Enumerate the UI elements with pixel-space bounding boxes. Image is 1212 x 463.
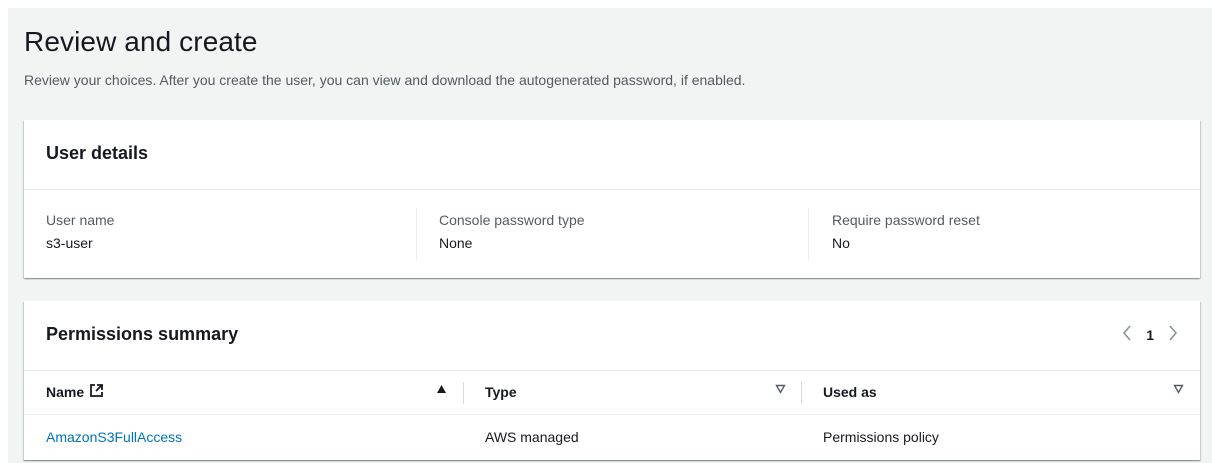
console-password-type-value: None (439, 235, 473, 251)
column-header-name-label: Name (46, 384, 85, 400)
chevron-left-icon[interactable] (1122, 325, 1132, 345)
policy-used-as-cell: Permissions policy (823, 429, 939, 445)
pagination: 1 (1122, 323, 1178, 347)
column-separator[interactable] (463, 382, 464, 404)
require-password-reset-value: No (832, 235, 850, 251)
table-header: Name Type Used as (24, 370, 1200, 415)
user-details-card: User details User name s3-user Console p… (24, 120, 1200, 278)
column-header-used-as-label: Used as (823, 384, 877, 400)
page-description: Review your choices. After you create th… (24, 72, 746, 88)
column-header-type[interactable]: Type (485, 370, 793, 414)
sort-descending-icon[interactable] (1173, 382, 1184, 397)
user-details-title: User details (46, 143, 149, 163)
user-name-value: s3-user (46, 235, 93, 251)
require-password-reset-field: Require password reset No (832, 210, 1192, 260)
require-password-reset-label: Require password reset (832, 212, 980, 228)
column-header-name[interactable]: Name (46, 370, 446, 414)
column-divider (416, 208, 417, 260)
user-name-field: User name s3-user (46, 210, 416, 260)
review-page: Review and create Review your choices. A… (8, 8, 1212, 463)
permissions-summary-title: Permissions summary (46, 324, 239, 344)
external-link-icon[interactable] (89, 383, 104, 401)
permissions-summary-header: Permissions summary 1 (24, 301, 1200, 371)
column-header-used-as[interactable]: Used as (823, 370, 1173, 414)
user-name-label: User name (46, 212, 115, 228)
console-password-type-label: Console password type (439, 212, 585, 228)
policy-name-link[interactable]: AmazonS3FullAccess (46, 429, 182, 445)
user-details-body: User name s3-user Console password type … (24, 190, 1200, 279)
column-divider (808, 208, 809, 260)
console-password-type-field: Console password type None (439, 210, 809, 260)
column-separator[interactable] (801, 382, 802, 404)
policy-name-cell: AmazonS3FullAccess (46, 415, 182, 459)
policy-type-cell: AWS managed (485, 429, 579, 445)
column-header-type-label: Type (485, 384, 517, 400)
chevron-right-icon[interactable] (1168, 325, 1178, 345)
sort-ascending-icon[interactable] (436, 383, 447, 397)
sort-descending-icon[interactable] (775, 382, 786, 397)
table-row: AmazonS3FullAccess AWS managed Permissio… (24, 415, 1200, 459)
user-details-header: User details (24, 120, 1200, 190)
page-title: Review and create (24, 26, 258, 57)
page-number-button[interactable]: 1 (1146, 327, 1154, 343)
permissions-summary-card: Permissions summary 1 Name Type Used as … (24, 301, 1200, 460)
permissions-table: Name Type Used as AmazonS3FullAccess AWS… (24, 370, 1200, 459)
